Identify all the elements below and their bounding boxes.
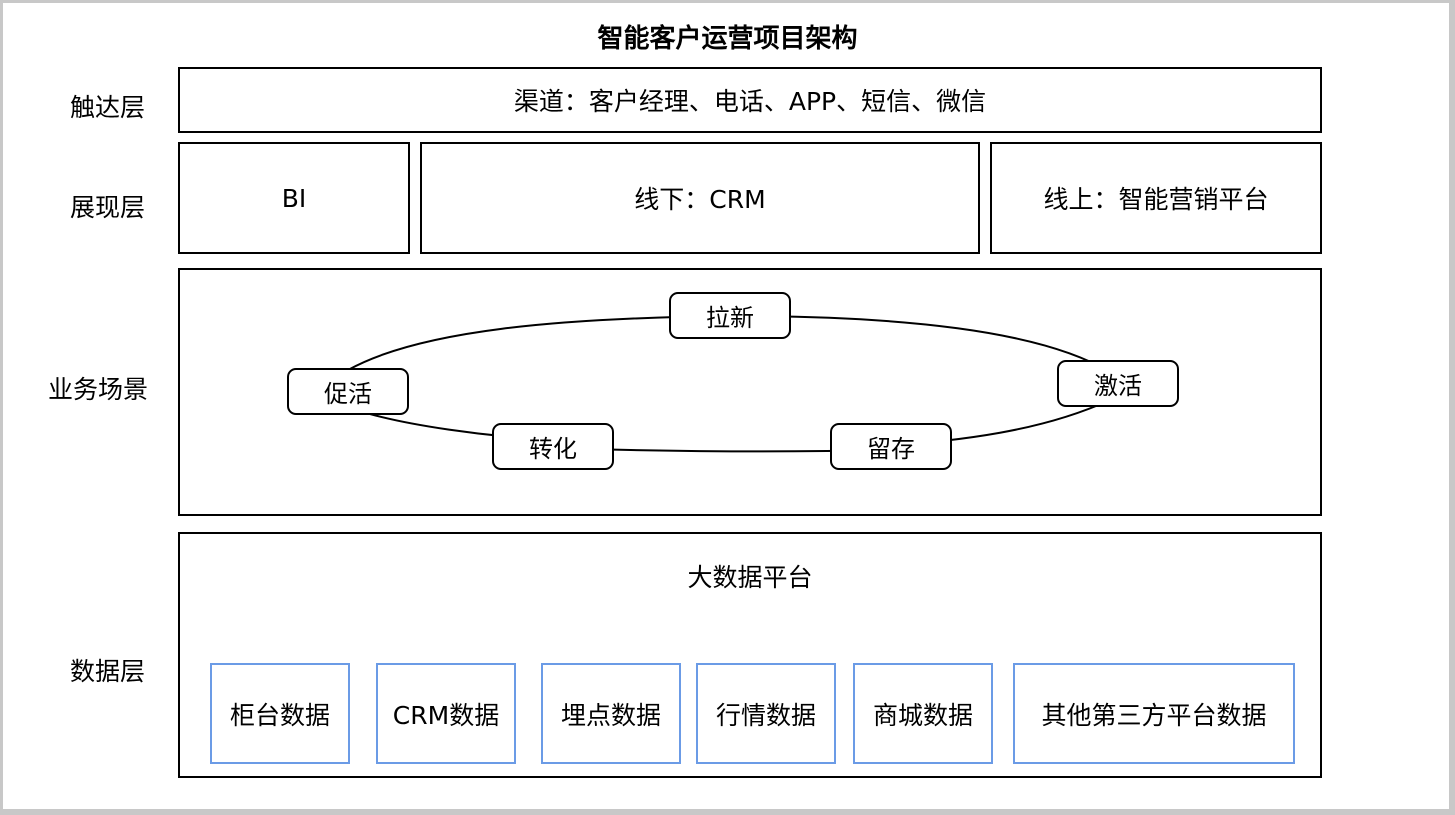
data-source-counter: 柜台数据 [210,663,350,764]
data-source-market: 行情数据 [696,663,836,764]
data-source-crm: CRM数据 [376,663,516,764]
data-layer-label: 数据层 [70,657,146,686]
node-acquisition: 拉新 [669,292,791,339]
node-activation: 激活 [1057,360,1179,407]
node-retention: 留存 [830,423,952,470]
big-data-platform-label: 大数据平台 [687,563,813,592]
data-source-mall: 商城数据 [853,663,993,764]
data-source-tracking: 埋点数据 [541,663,681,764]
node-conversion: 转化 [492,423,614,470]
data-source-third-party: 其他第三方平台数据 [1013,663,1295,764]
node-engagement: 促活 [287,368,409,415]
